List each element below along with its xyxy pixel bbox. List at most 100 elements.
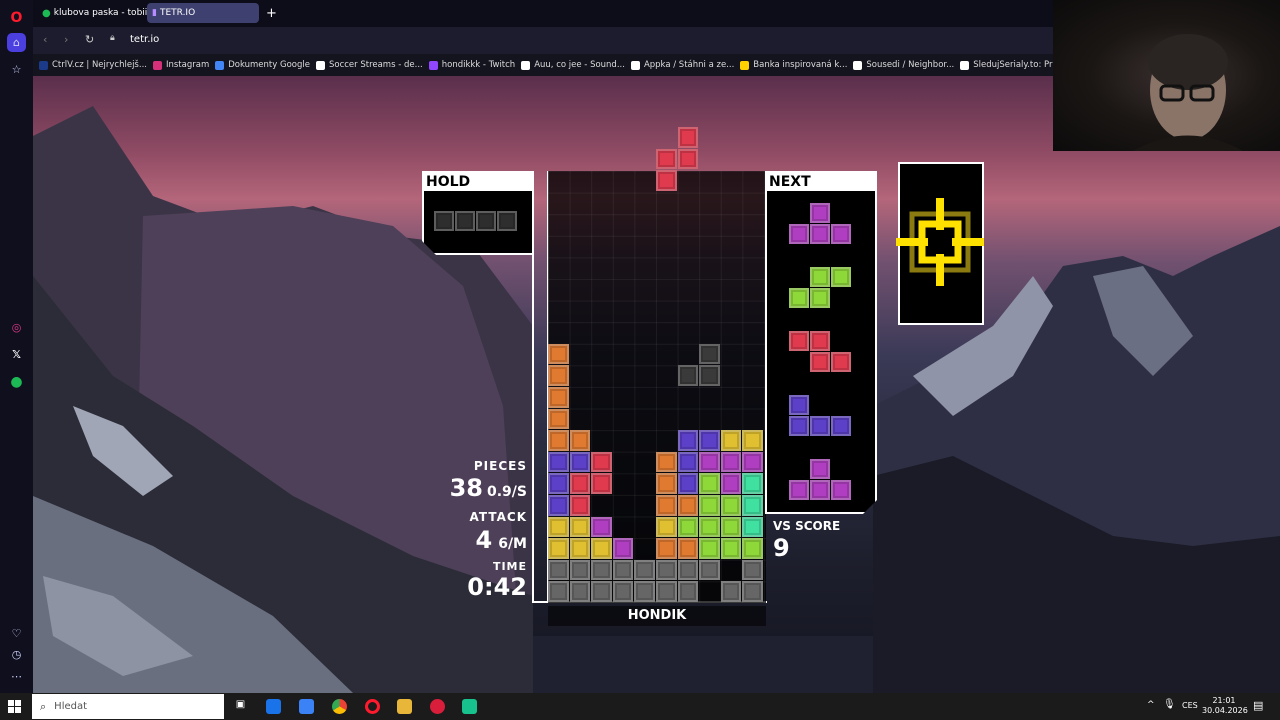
lock-icon: 🔒︎ xyxy=(110,33,115,43)
board-mino xyxy=(569,581,591,602)
opera-logo-icon[interactable]: O xyxy=(7,8,26,27)
back-icon[interactable]: ‹ xyxy=(43,33,47,46)
board-mino xyxy=(548,473,569,494)
board-mino xyxy=(548,408,569,430)
board-mino xyxy=(548,559,569,581)
x-icon[interactable]: 𝕏 xyxy=(7,345,26,364)
task-view-icon[interactable]: ▣ xyxy=(233,699,248,714)
board-mino xyxy=(548,495,569,516)
address-bar: ‹ › ↻ 🔒︎ tetr.io xyxy=(33,27,1053,54)
target-panel xyxy=(896,162,984,325)
board-mino xyxy=(612,581,634,602)
next-piece-mino xyxy=(789,331,809,351)
home-icon[interactable]: ⌂ xyxy=(7,33,26,52)
vs-score-label: VS SCORE xyxy=(773,519,841,533)
bookmark-label: Instagram xyxy=(165,60,210,70)
board-mino xyxy=(548,387,569,408)
tab-label: TETR.IO xyxy=(159,8,196,18)
clock-date: 30.04.2026 xyxy=(1202,706,1248,715)
next-piece-mino xyxy=(831,480,851,500)
board-left-wall xyxy=(532,171,534,603)
board-mino xyxy=(569,516,591,538)
board-mino xyxy=(742,495,763,516)
chrome-icon[interactable] xyxy=(332,699,347,714)
board-mino xyxy=(742,451,763,473)
bookmark-item[interactable]: Soccer Streams - de... xyxy=(315,60,423,70)
bookmark-item[interactable]: Banka inspirovaná k... xyxy=(740,60,847,70)
bookmark-item[interactable]: Appka / Stáhni a ze... xyxy=(630,60,734,70)
bookmark-item[interactable]: Instagram xyxy=(152,60,210,70)
board-mino xyxy=(742,538,763,559)
clock-time: 21:01 xyxy=(1212,696,1236,705)
board-mino xyxy=(591,473,612,494)
board-mino xyxy=(656,538,677,559)
instagram-icon[interactable]: ◎ xyxy=(7,318,26,337)
attack-rate: 6/M xyxy=(498,536,527,552)
opera-icon[interactable] xyxy=(365,699,380,714)
bookmark-label: CtrlV.cz | Nejrychlejš... xyxy=(52,60,147,70)
more-icon[interactable]: ⋯ xyxy=(7,667,26,686)
tab-spotify[interactable]: ● klubova paska - tobiiii xyxy=(37,3,147,23)
board-mino xyxy=(677,365,699,386)
search-placeholder: Hledat xyxy=(54,701,88,712)
bookmark-item[interactable]: SledujSerialy.to: Prů... xyxy=(960,60,1053,70)
attack-value: 4 xyxy=(475,526,493,554)
notifications-icon[interactable]: ▤ xyxy=(1253,699,1263,712)
board-mino xyxy=(591,451,612,473)
hold-piece-mino xyxy=(434,211,454,231)
file-explorer-icon[interactable] xyxy=(397,699,412,714)
next-panel: NEXT xyxy=(765,171,877,514)
bookmark-item[interactable]: Dokumenty Google xyxy=(215,60,310,70)
new-tab-button[interactable]: + xyxy=(263,3,279,23)
next-piece-mino xyxy=(810,331,830,351)
board-mino xyxy=(569,538,591,559)
search-icon: ⌕ xyxy=(40,699,47,713)
star-icon[interactable]: ☆ xyxy=(7,60,26,79)
board-mino xyxy=(548,343,569,365)
history-icon[interactable]: ◷ xyxy=(7,645,26,664)
taskbar-search-box[interactable]: ⌕ Hledat xyxy=(32,694,224,719)
board-mino xyxy=(720,581,742,602)
reload-icon[interactable]: ↻ xyxy=(85,33,94,46)
bookmark-item[interactable]: CtrlV.cz | Nejrychlejš... xyxy=(39,60,147,70)
board-mino xyxy=(699,516,720,538)
app-icon-red[interactable] xyxy=(430,699,445,714)
next-piece-mino xyxy=(831,416,851,436)
language-indicator[interactable]: CES xyxy=(1182,701,1198,710)
board-mino xyxy=(548,538,569,559)
board-mino xyxy=(699,343,720,365)
heart-icon[interactable]: ♡ xyxy=(7,624,26,643)
next-piece-mino xyxy=(831,267,851,287)
windows-start-icon[interactable] xyxy=(8,700,21,713)
hold-piece-mino xyxy=(455,211,475,231)
bookmark-favicon-icon xyxy=(630,60,640,70)
tab-tetrio[interactable]: ▮ TETR.IO xyxy=(147,3,259,23)
target-crosshair-icon xyxy=(896,198,984,286)
forward-icon[interactable]: › xyxy=(64,33,68,46)
board-mino xyxy=(677,516,699,538)
tab-label: klubova paska - tobiiii xyxy=(53,8,147,18)
tray-chevron-icon[interactable]: ^ xyxy=(1147,700,1155,710)
board-mino xyxy=(569,430,591,451)
outlook-icon[interactable] xyxy=(266,699,281,714)
clock[interactable]: 21:01 30.04.2026 xyxy=(1202,696,1248,716)
board-mino xyxy=(548,365,569,386)
board-mino xyxy=(699,559,720,581)
spotify-icon[interactable]: ● xyxy=(7,372,26,391)
next-piece-mino xyxy=(810,267,830,287)
bookmark-item[interactable]: Auu, co jee - Sound... xyxy=(521,60,625,70)
board-mino xyxy=(591,516,612,538)
microphone-icon[interactable]: 🎙︎ xyxy=(1163,699,1176,710)
store-icon[interactable] xyxy=(299,699,314,714)
bookmark-label: Soccer Streams - de... xyxy=(328,60,423,70)
next-piece-mino xyxy=(810,459,830,479)
app-icon-green[interactable] xyxy=(462,699,477,714)
board-mino xyxy=(677,430,699,451)
board-mino xyxy=(699,495,720,516)
board-mino xyxy=(699,473,720,494)
bookmark-item[interactable]: Sousedi / Neighbor... xyxy=(853,60,954,70)
board-mino xyxy=(742,559,763,581)
next-piece-mino xyxy=(789,395,809,415)
bookmark-item[interactable]: hondikkk - Twitch xyxy=(428,60,515,70)
url-field[interactable]: tetr.io xyxy=(130,34,159,45)
